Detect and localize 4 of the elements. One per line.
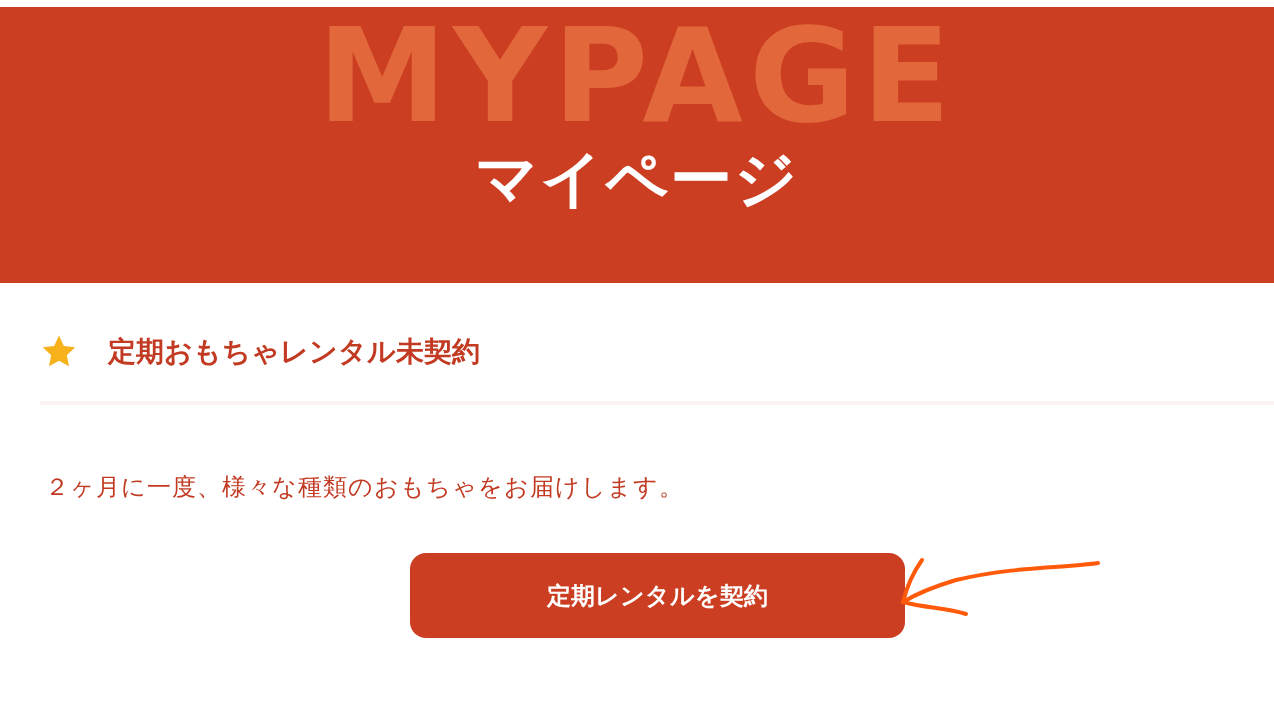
contract-button[interactable]: 定期レンタルを契約 xyxy=(410,553,905,638)
section-heading: 定期おもちゃレンタル未契約 xyxy=(108,334,480,370)
description-text: ２ヶ月に一度、様々な種類のおもちゃをお届けします。 xyxy=(45,472,685,503)
page-title: マイページ xyxy=(475,141,799,217)
